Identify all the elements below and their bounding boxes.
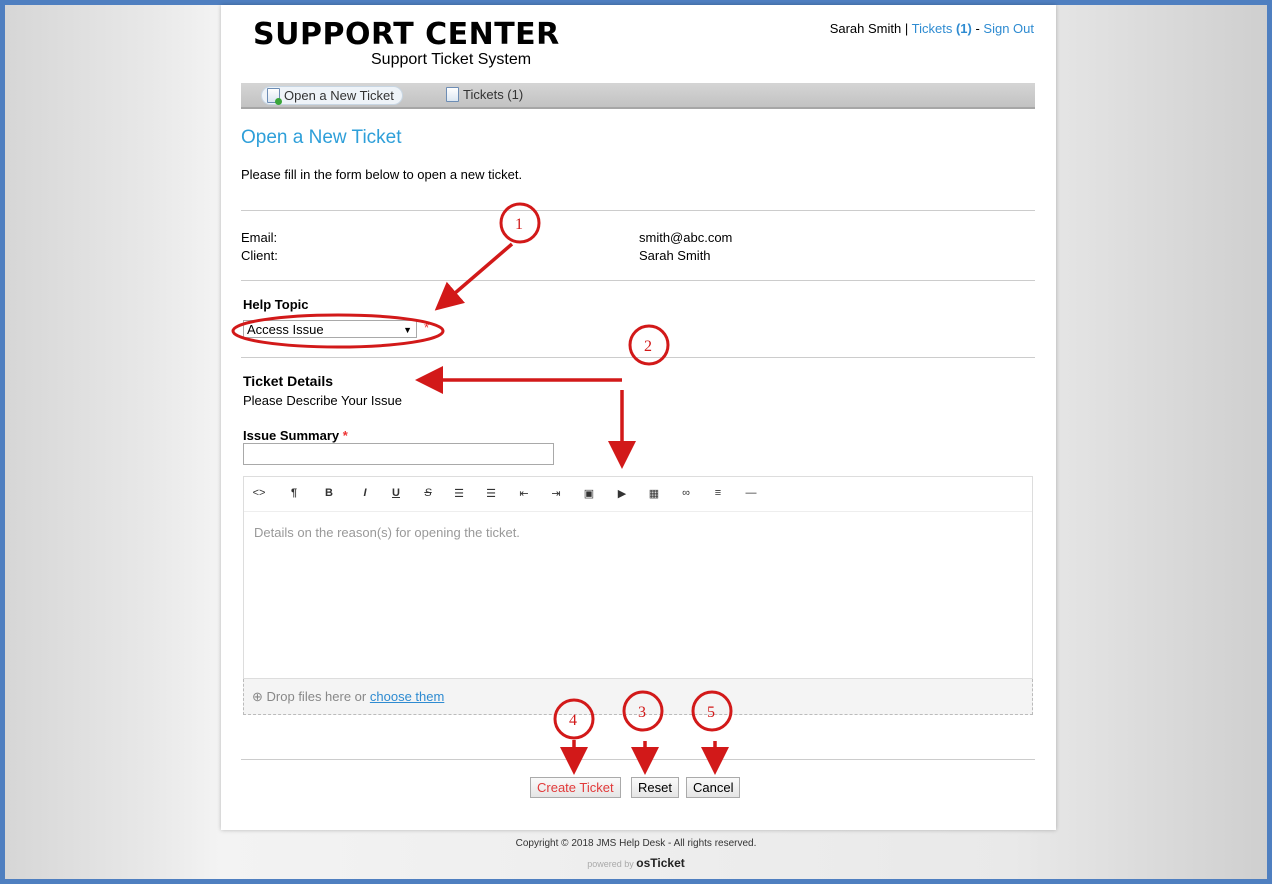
editor-placeholder: Details on the reason(s) for opening the… — [254, 525, 520, 540]
indent-icon[interactable]: ⇥ — [545, 487, 567, 501]
client-value: Sarah Smith — [639, 248, 711, 263]
issue-summary-label: Issue Summary * — [243, 428, 348, 443]
outdent-icon[interactable]: ⇤ — [513, 487, 535, 501]
powered-by[interactable]: powered by osTicket — [0, 856, 1272, 870]
page-container: SUPPORT CENTER Support Ticket System Sar… — [221, 5, 1056, 830]
powered-by-label: powered by — [587, 859, 634, 869]
align-icon[interactable]: ≡ — [707, 487, 729, 501]
upload-icon: ⊕ — [252, 689, 263, 704]
strikethrough-icon[interactable]: S — [417, 487, 439, 501]
create-ticket-button[interactable]: Create Ticket — [530, 777, 621, 798]
userbar-separator: - — [971, 21, 984, 36]
sign-out-link[interactable]: Sign Out — [983, 21, 1034, 36]
ticket-details-heading: Ticket Details — [243, 373, 334, 389]
nav-item-open-new-ticket[interactable]: Open a New Ticket — [261, 86, 403, 105]
issue-summary-label-text: Issue Summary — [243, 428, 340, 443]
code-icon[interactable]: <> — [248, 487, 270, 501]
link-icon[interactable]: ∞ — [675, 487, 697, 501]
dropzone-label: Drop files here or — [266, 689, 367, 704]
issue-summary-input[interactable] — [243, 443, 554, 465]
unordered-list-icon[interactable]: ☰ — [448, 487, 470, 501]
divider — [241, 210, 1035, 211]
nav-bar: Open a New Ticket Tickets (1) — [241, 83, 1035, 109]
required-mark: * — [342, 428, 348, 443]
paragraph-icon[interactable]: ¶ — [283, 487, 305, 501]
message-editor[interactable]: <> ¶ B I U S ☰ ☰ ⇤ ⇥ ▣ ▶ ▦ ∞ ≡ — Details… — [243, 476, 1033, 679]
image-icon[interactable]: ▣ — [578, 487, 600, 501]
required-mark: * — [424, 320, 430, 335]
file-dropzone[interactable]: ⊕ Drop files here or choose them — [243, 679, 1033, 715]
cancel-button[interactable]: Cancel — [686, 777, 741, 798]
osticket-logo: osTicket — [636, 856, 685, 870]
editor-toolbar: <> ¶ B I U S ☰ ☰ ⇤ ⇥ ▣ ▶ ▦ ∞ ≡ — — [244, 477, 1032, 512]
nav-item-tickets[interactable]: Tickets (1) — [441, 86, 531, 103]
nav-item-label: Tickets (1) — [463, 87, 524, 102]
tickets-link-label: Tickets — [911, 21, 953, 36]
choose-files-link[interactable]: choose them — [370, 689, 444, 704]
table-icon[interactable]: ▦ — [643, 487, 665, 501]
help-topic-select[interactable]: Access Issue ▼ — [243, 320, 417, 338]
tickets-link[interactable]: Tickets (1) — [912, 21, 972, 36]
footer-copyright: Copyright © 2018 JMS Help Desk - All rig… — [515, 838, 757, 849]
user-name: Sarah Smith — [829, 21, 902, 36]
divider — [241, 759, 1035, 760]
reset-button[interactable]: Reset — [631, 777, 679, 798]
email-label: Email: — [241, 230, 278, 245]
chevron-down-icon: ▼ — [403, 325, 412, 335]
page-intro: Please fill in the form below to open a … — [241, 167, 523, 182]
dropzone-text: ⊕ Drop files here or choose them — [252, 689, 444, 705]
help-topic-selected: Access Issue — [247, 322, 324, 337]
italic-icon[interactable]: I — [354, 487, 376, 501]
document-icon — [446, 87, 459, 102]
video-icon[interactable]: ▶ — [611, 487, 633, 501]
ticket-details-subheading: Please Describe Your Issue — [243, 393, 402, 408]
logo-title[interactable]: SUPPORT CENTER — [253, 17, 560, 52]
help-topic-label: Help Topic — [243, 297, 309, 312]
email-value: smith@abc.com — [639, 230, 733, 245]
document-add-icon — [267, 88, 282, 105]
divider — [241, 357, 1035, 358]
page-title: Open a New Ticket — [241, 127, 402, 148]
bold-icon[interactable]: B — [318, 487, 340, 501]
nav-item-label: Open a New Ticket — [284, 88, 394, 103]
divider — [241, 280, 1035, 281]
user-bar: Sarah Smith | Tickets (1) - Sign Out — [830, 21, 1034, 36]
underline-icon[interactable]: U — [385, 487, 407, 501]
tickets-count: (1) — [955, 21, 972, 36]
userbar-separator: | — [901, 21, 912, 36]
ordered-list-icon[interactable]: ☰ — [480, 487, 502, 501]
client-label: Client: — [241, 248, 278, 263]
horizontal-rule-icon[interactable]: — — [740, 487, 762, 501]
logo-subtitle: Support Ticket System — [371, 51, 532, 68]
